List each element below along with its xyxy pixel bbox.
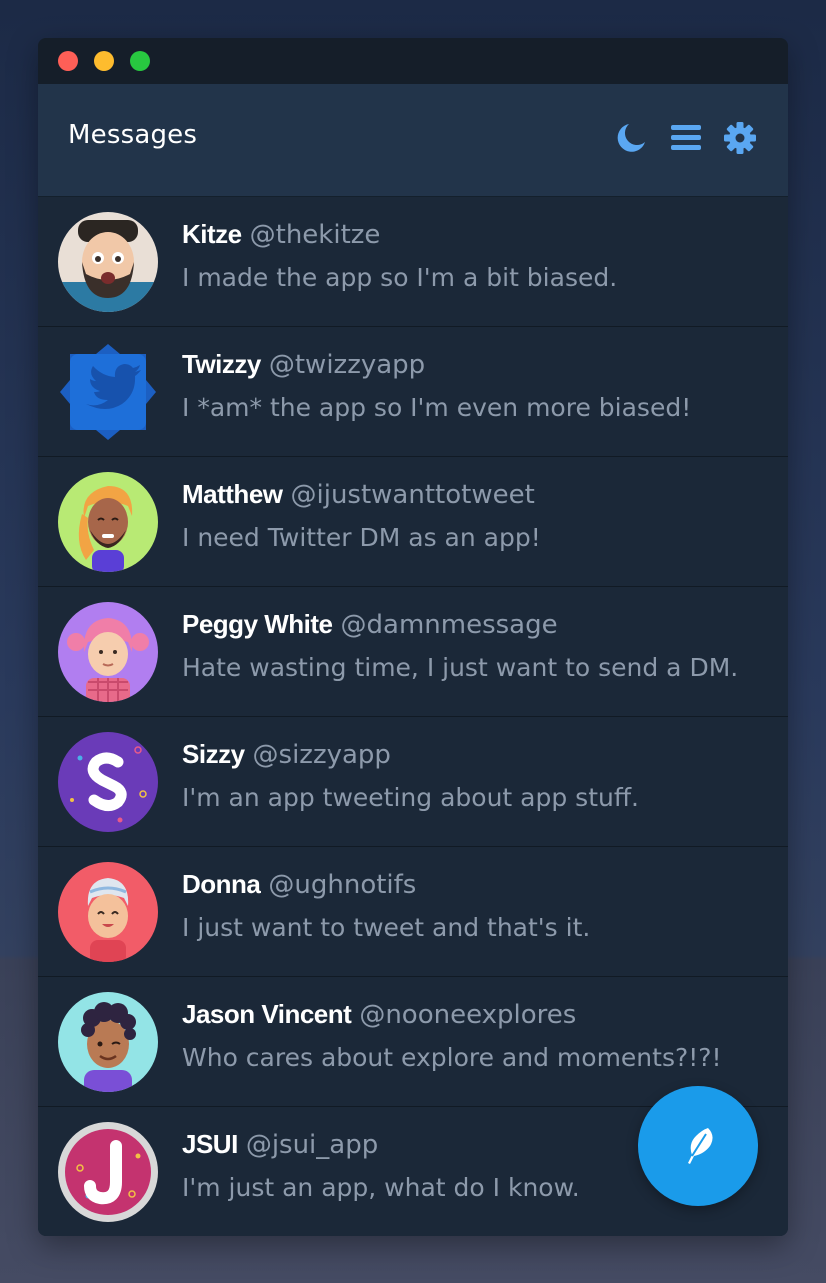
sender-handle: @ijustwanttotweet <box>290 480 535 510</box>
sender-handle: @thekitze <box>249 220 381 250</box>
message-preview: I just want to tweet and that's it. <box>182 913 591 942</box>
message-preview: I'm an app tweeting about app stuff. <box>182 783 640 812</box>
sender-name: Donna <box>182 869 261 899</box>
sender-handle: @sizzyapp <box>252 740 391 770</box>
sender-handle: @nooneexplores <box>359 1000 577 1030</box>
message-preview: I need Twitter DM as an app! <box>182 523 541 552</box>
app-header: Messages <box>38 84 788 197</box>
compose-button[interactable] <box>638 1086 758 1206</box>
minimize-window-button[interactable] <box>94 51 114 71</box>
conversation-row[interactable]: Sizzy @sizzyapp I'm an app tweeting about… <box>38 717 788 847</box>
sender-handle: @twizzyapp <box>268 350 426 380</box>
sender-handle: @damnmessage <box>340 610 558 640</box>
message-preview: Who cares about explore and moments?!?! <box>182 1043 722 1072</box>
avatar <box>58 992 158 1092</box>
maximize-window-button[interactable] <box>130 51 150 71</box>
app-window: Messages Kitze @thekitze I made the app … <box>38 38 788 1236</box>
message-preview: Hate wasting time, I just want to send a… <box>182 653 739 682</box>
avatar <box>58 862 158 962</box>
conversation-row[interactable]: Jason Vincent @nooneexplores Who cares ab… <box>38 977 788 1107</box>
sender-name: Jason Vincent <box>182 999 352 1029</box>
page-title: Messages <box>68 120 198 150</box>
avatar <box>58 472 158 572</box>
avatar <box>58 732 158 832</box>
feather-icon <box>688 1128 713 1164</box>
avatar <box>58 602 158 702</box>
sender-name: JSUI <box>182 1129 238 1159</box>
sender-name: Kitze <box>182 219 242 249</box>
menu-icon[interactable] <box>669 121 703 155</box>
sender-name: Matthew <box>182 479 283 509</box>
sender-name: Sizzy <box>182 739 245 769</box>
moon-icon[interactable] <box>614 121 648 155</box>
conversation-row[interactable]: Kitze @thekitze I made the app so I'm a b… <box>38 197 788 327</box>
conversation-row[interactable]: Peggy White @damnmessage Hate wasting tim… <box>38 587 788 717</box>
sender-handle: @ughnotifs <box>268 870 417 900</box>
message-preview: I made the app so I'm a bit biased. <box>182 263 618 292</box>
conversation-row[interactable]: Matthew @ijustwanttotweet I need Twitter … <box>38 457 788 587</box>
title-bar <box>38 38 788 84</box>
conversation-row[interactable]: Twizzy @twizzyapp I *am* the app so I'm e… <box>38 327 788 457</box>
message-preview: I *am* the app so I'm even more biased! <box>182 393 692 422</box>
avatar <box>58 1122 158 1222</box>
avatar <box>60 344 156 440</box>
conversation-row[interactable]: Donna @ughnotifs I just want to tweet and… <box>38 847 788 977</box>
sender-handle: @jsui_app <box>245 1130 379 1160</box>
sender-name: Twizzy <box>182 349 261 379</box>
close-window-button[interactable] <box>58 51 78 71</box>
sender-name: Peggy White <box>182 609 333 639</box>
message-preview: I'm just an app, what do I know. <box>182 1173 580 1202</box>
avatar <box>58 212 158 312</box>
gear-icon[interactable] <box>723 121 757 155</box>
conversation-list: Kitze @thekitze I made the app so I'm a b… <box>38 197 788 1236</box>
